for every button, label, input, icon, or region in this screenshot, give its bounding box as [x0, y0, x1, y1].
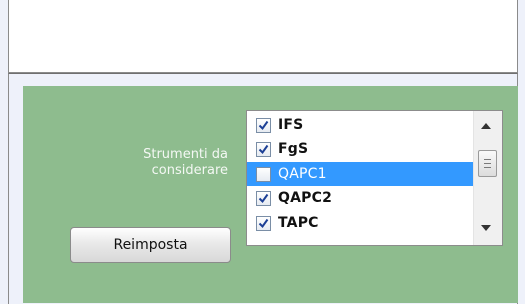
scroll-down-arrow-icon[interactable] [481, 225, 491, 231]
grip-line [484, 163, 491, 164]
list-item-tapc[interactable]: TAPC [247, 211, 473, 235]
list-item-fgs[interactable]: FgS [247, 137, 473, 161]
list-item-label: TAPC [278, 215, 319, 231]
listbox-scrollbar[interactable] [473, 111, 502, 245]
top-panel [8, 0, 518, 73]
list-item-label: FgS [278, 141, 309, 157]
reset-button[interactable]: Reimposta [70, 227, 231, 263]
list-item-label: QAPC1 [278, 166, 327, 182]
list-item-qapc2[interactable]: QAPC2 [247, 186, 473, 210]
instruments-listbox[interactable]: IFS FgS QAPC1 QAPC2 TAPC [246, 110, 503, 246]
grip-line [484, 159, 491, 160]
checkbox-ifs[interactable] [256, 117, 271, 133]
instruments-label: Strumenti da considerare [143, 147, 228, 178]
list-item-ifs[interactable]: IFS [247, 113, 473, 137]
checkbox-qapc1[interactable] [256, 166, 271, 182]
check-icon [258, 144, 269, 154]
list-item-label: IFS [278, 117, 304, 133]
check-icon [258, 218, 269, 228]
checkbox-qapc2[interactable] [256, 190, 271, 206]
list-item-label: QAPC2 [278, 190, 333, 206]
check-icon [258, 120, 269, 130]
checkbox-tapc[interactable] [256, 215, 271, 231]
scrollbar-thumb[interactable] [478, 150, 497, 177]
checkbox-fgs[interactable] [256, 141, 271, 157]
list-item-qapc1[interactable]: QAPC1 [247, 162, 473, 186]
scroll-up-arrow-icon[interactable] [481, 123, 491, 129]
grip-line [484, 167, 491, 168]
check-icon [258, 193, 269, 203]
